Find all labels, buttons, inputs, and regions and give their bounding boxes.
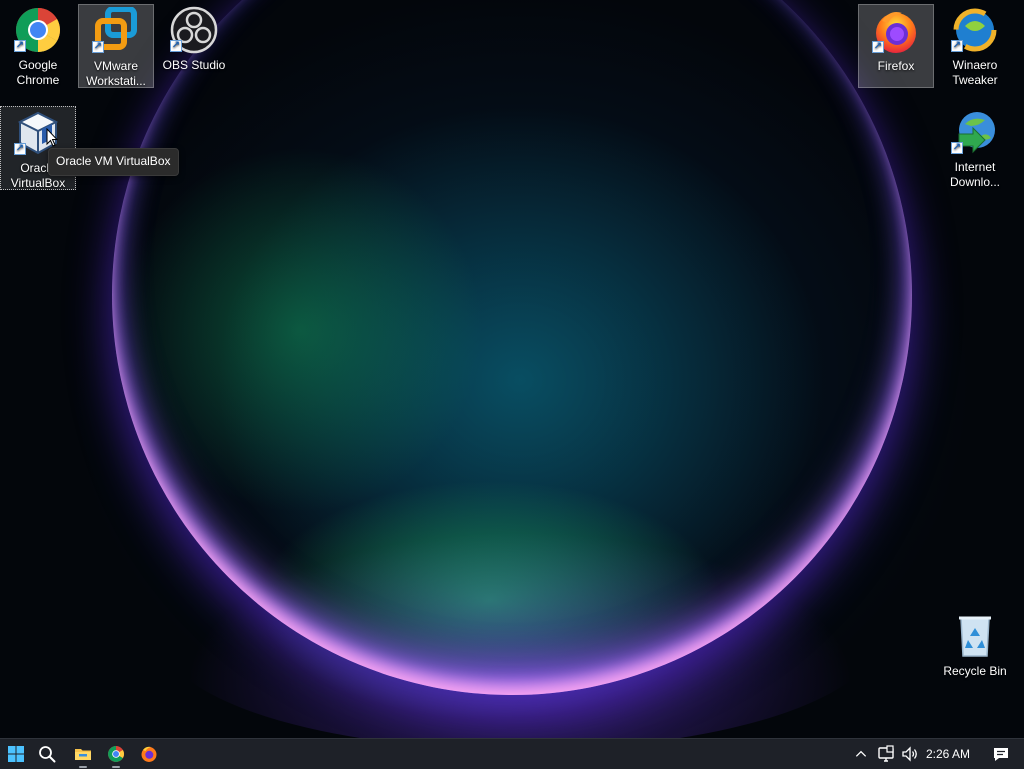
shortcut-arrow-icon: ↗ (170, 40, 182, 52)
desktop-icon-recycle-bin[interactable]: Recycle Bin (937, 610, 1013, 694)
icon-label: Firefox (877, 59, 915, 73)
icon-label: VMware Workstati... (86, 59, 146, 88)
taskbar-file-explorer[interactable] (68, 739, 98, 769)
shortcut-arrow-icon: ↗ (872, 41, 884, 53)
shortcut-arrow-icon: ↗ (92, 41, 104, 53)
shortcut-arrow-icon: ↗ (951, 142, 963, 154)
mouse-cursor-icon (46, 128, 58, 147)
volume-icon (902, 746, 917, 762)
taskbar-firefox[interactable] (134, 739, 164, 769)
chevron-up-icon (855, 750, 867, 757)
wallpaper-glow (160, 520, 880, 738)
tooltip: Oracle VM VirtualBox (48, 148, 179, 176)
obs-icon: ↗ (170, 6, 218, 54)
wallpaper-orb (112, 0, 912, 695)
start-icon (8, 746, 24, 762)
shortcut-arrow-icon: ↗ (14, 40, 26, 52)
chrome-icon (108, 746, 124, 762)
taskbar-chrome[interactable] (101, 739, 131, 769)
idm-icon: ↗ (951, 108, 999, 156)
desktop[interactable]: ↗ Google Chrome ↗ VMware Workstati... ↗ … (0, 0, 1024, 738)
vmware-icon: ↗ (92, 7, 140, 55)
network-icon (878, 745, 894, 762)
desktop-icon-winaero-tweaker[interactable]: ↗ Winaero Tweaker (937, 4, 1013, 88)
notification-center-button[interactable] (986, 739, 1016, 769)
icon-label: OBS Studio (162, 58, 226, 72)
taskbar: 2:26 AM (0, 738, 1024, 769)
notification-icon (994, 748, 1008, 761)
winaero-tweaker-icon: ↗ (951, 6, 999, 54)
desktop-icon-google-chrome[interactable]: ↗ Google Chrome (0, 4, 76, 88)
desktop-icon-vmware-workstation[interactable]: ↗ VMware Workstati... (78, 4, 154, 88)
firefox-icon (141, 746, 157, 762)
firefox-icon: ↗ (872, 7, 920, 55)
desktop-icon-internet-download-manager[interactable]: ↗ Internet Downlo... (937, 106, 1013, 190)
search-button[interactable] (32, 739, 62, 769)
desktop-icon-obs-studio[interactable]: ↗ OBS Studio (156, 4, 232, 88)
icon-label: Internet Downlo... (949, 160, 1001, 189)
file-explorer-icon (75, 749, 91, 760)
icon-label: Google Chrome (16, 58, 60, 87)
taskbar-clock[interactable]: 2:26 AM (926, 739, 970, 769)
icon-label: Recycle Bin (943, 664, 1007, 678)
recycle-bin-icon (951, 612, 999, 660)
start-button[interactable] (1, 739, 31, 769)
shortcut-arrow-icon: ↗ (14, 143, 26, 155)
volume-button[interactable] (895, 739, 925, 769)
icon-label: Winaero Tweaker (952, 58, 998, 87)
shortcut-arrow-icon: ↗ (951, 40, 963, 52)
search-icon (39, 746, 56, 763)
desktop-icon-firefox[interactable]: ↗ Firefox (858, 4, 934, 88)
chrome-icon: ↗ (14, 6, 62, 54)
